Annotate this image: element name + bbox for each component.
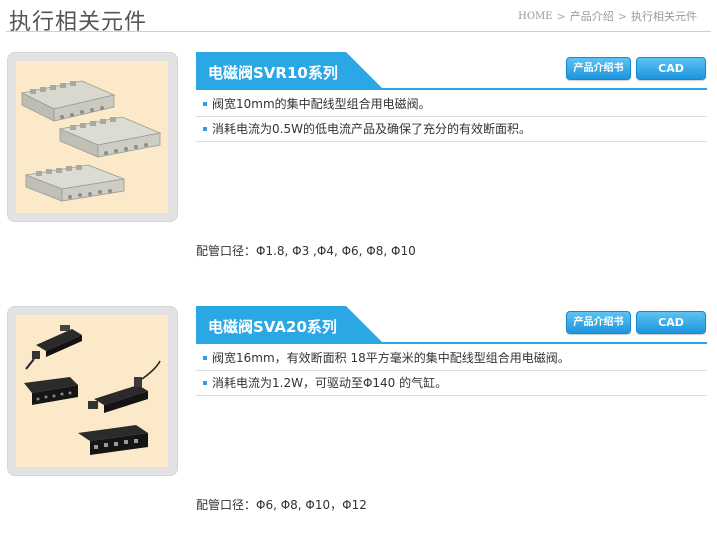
title-divider xyxy=(6,31,711,32)
product-image-frame[interactable] xyxy=(7,306,178,476)
feature-item: 阀宽16mm，有效断面积 18平方毫米的集中配线型组合用电磁阀。 xyxy=(196,346,707,371)
breadcrumb-current: 执行相关元件 xyxy=(631,10,697,23)
feature-item: 消耗电流为1.2W，可驱动至Φ140 的气缸。 xyxy=(196,371,707,396)
cad-button[interactable]: CAD xyxy=(636,311,706,334)
breadcrumb-product-intro-link[interactable]: 产品介绍 xyxy=(570,8,614,24)
product-image-sva20 xyxy=(16,315,168,467)
product-title-band: 电磁阀SVA20系列 产品介绍书 CAD xyxy=(196,306,707,344)
breadcrumb-separator: > xyxy=(617,9,627,23)
feature-item: 消耗电流为0.5W的低电流产品及确保了充分的有效断面积。 xyxy=(196,117,707,142)
pipe-diameter-text: 配管口径：Φ6, Φ8, Φ10，Φ12 xyxy=(196,498,367,512)
valve-manifold-image xyxy=(24,325,161,455)
cad-button[interactable]: CAD xyxy=(636,57,706,80)
breadcrumb-separator: > xyxy=(556,9,566,23)
feature-item: 阀宽10mm的集中配线型组合用电磁阀。 xyxy=(196,92,707,117)
title-underline xyxy=(196,342,707,344)
feature-list: 阀宽10mm的集中配线型组合用电磁阀。 消耗电流为0.5W的低电流产品及确保了充… xyxy=(196,92,707,142)
product-image-svr10 xyxy=(16,61,168,213)
product-name: 电磁阀SVR10系列 xyxy=(208,64,338,82)
product-card-svr10: 电磁阀SVR10系列 产品介绍书 CAD 阀宽10mm的集中配线型组合用电磁阀。… xyxy=(0,52,717,282)
title-underline xyxy=(196,88,707,90)
feature-list: 阀宽16mm，有效断面积 18平方毫米的集中配线型组合用电磁阀。 消耗电流为1.… xyxy=(196,346,707,396)
product-brochure-button[interactable]: 产品介绍书 xyxy=(566,311,631,334)
product-image-frame[interactable] xyxy=(7,52,178,222)
product-brochure-button[interactable]: 产品介绍书 xyxy=(566,57,631,80)
product-name: 电磁阀SVA20系列 xyxy=(208,318,337,336)
valve-manifold-image xyxy=(20,80,162,202)
product-card-sva20: 电磁阀SVA20系列 产品介绍书 CAD 阀宽16mm，有效断面积 18平方毫米… xyxy=(0,306,717,536)
breadcrumb: HOME > 产品介绍 > 执行相关元件 xyxy=(518,8,697,24)
product-title-band: 电磁阀SVR10系列 产品介绍书 CAD xyxy=(196,52,707,90)
breadcrumb-home-link[interactable]: HOME xyxy=(518,11,552,22)
pipe-diameter-text: 配管口径：Φ1.8, Φ3 ,Φ4, Φ6, Φ8, Φ10 xyxy=(196,244,416,258)
